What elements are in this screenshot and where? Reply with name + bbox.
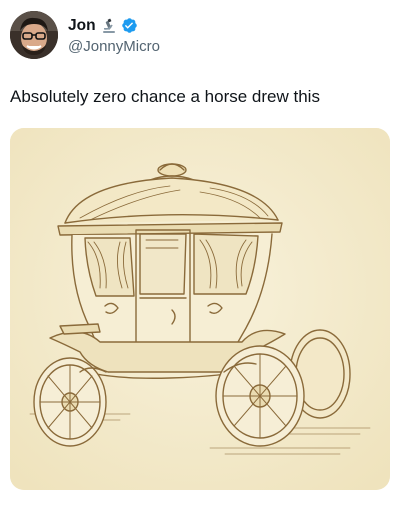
display-name[interactable]: Jon bbox=[68, 17, 96, 35]
carriage-illustration bbox=[10, 128, 390, 490]
avatar-image bbox=[10, 11, 58, 59]
tweet: Jon @JonnyMicro Absolutely zero chance a… bbox=[0, 0, 400, 506]
tweet-media[interactable] bbox=[10, 128, 390, 490]
name-row: Jon bbox=[68, 16, 160, 36]
author-handle[interactable]: @JonnyMicro bbox=[68, 38, 160, 55]
tweet-header: Jon @JonnyMicro bbox=[10, 11, 160, 59]
author-names: Jon @JonnyMicro bbox=[68, 16, 160, 55]
microscope-icon bbox=[101, 18, 117, 34]
tweet-text: Absolutely zero chance a horse drew this bbox=[10, 87, 320, 106]
avatar[interactable] bbox=[10, 11, 58, 59]
verified-badge-icon bbox=[121, 17, 138, 34]
